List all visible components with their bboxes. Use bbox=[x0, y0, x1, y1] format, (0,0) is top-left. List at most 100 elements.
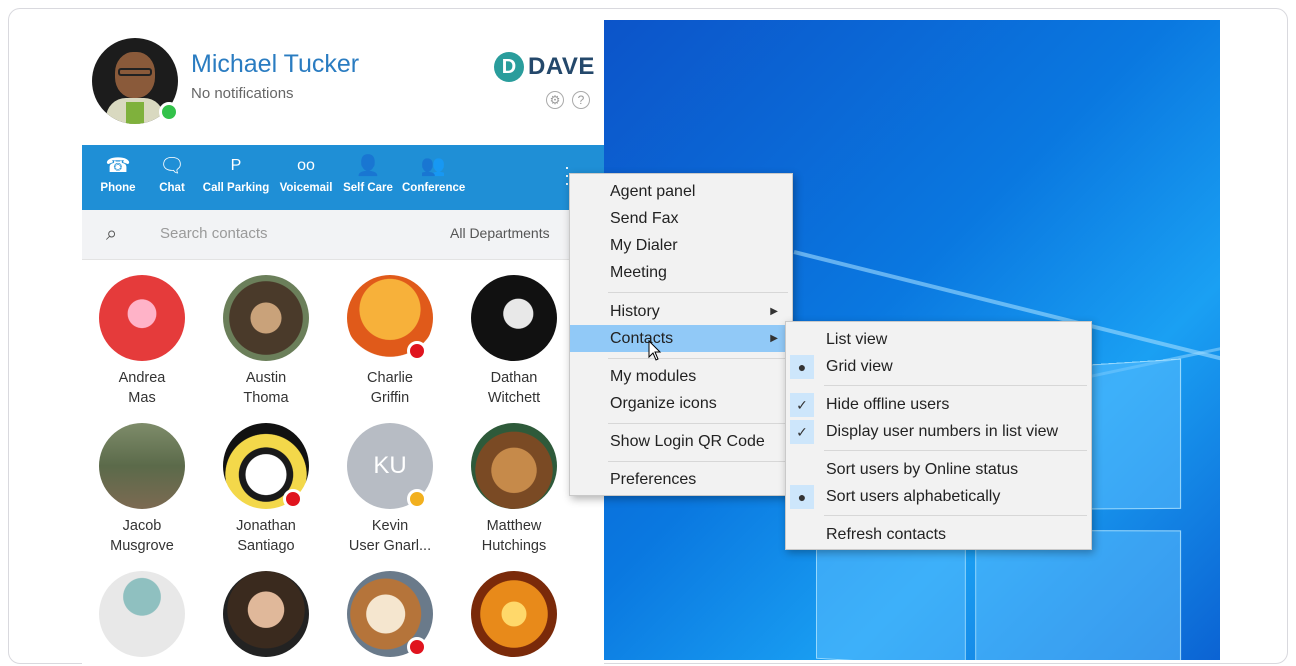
contact-avatar bbox=[99, 275, 185, 361]
contact-first-name: Austin bbox=[245, 370, 287, 386]
contact-avatar bbox=[223, 275, 309, 361]
contact-first-name: Charlie bbox=[367, 370, 413, 386]
menu-item-send-fax[interactable]: Send Fax bbox=[570, 205, 792, 232]
contact-last-name: Hutchings bbox=[481, 538, 547, 554]
contact-last-name: Thoma bbox=[243, 390, 289, 406]
radio-selected-icon: ● bbox=[790, 355, 814, 379]
submenu-item-refresh-contacts[interactable]: Refresh contacts bbox=[786, 521, 1091, 548]
contact-card[interactable]: Matthew Hutchings bbox=[464, 423, 564, 556]
contact-last-name: Griffin bbox=[370, 390, 410, 406]
contact-card[interactable] bbox=[340, 571, 440, 657]
parking-icon: P bbox=[230, 157, 242, 174]
contact-card[interactable]: Jonathan Santiago bbox=[216, 423, 316, 556]
user-name: Michael Tucker bbox=[191, 50, 360, 78]
radio-selected-icon: ● bbox=[790, 485, 814, 509]
submenu-item-label: Grid view bbox=[826, 358, 893, 375]
contact-first-name: Jacob bbox=[122, 518, 162, 534]
contact-card[interactable]: Dathan Witchett bbox=[464, 275, 564, 408]
contact-last-name: User Gnarl... bbox=[348, 538, 432, 554]
menu-separator bbox=[824, 450, 1087, 451]
menu-separator bbox=[824, 515, 1087, 516]
menu-separator bbox=[608, 358, 788, 359]
search-bar: ⌕ Search contacts All Departments bbox=[82, 210, 604, 260]
checkmark-icon: ✓ bbox=[790, 420, 814, 444]
contacts-submenu: List view ● Grid view ✓ Hide offline use… bbox=[785, 321, 1092, 550]
dave-app-window: Michael Tucker No notifications D DAVE ⚙… bbox=[82, 20, 604, 666]
mouse-cursor-icon bbox=[648, 340, 662, 361]
department-select[interactable]: All Departments bbox=[450, 225, 550, 241]
contact-first-name: Andrea bbox=[118, 370, 166, 386]
contact-card[interactable]: Jacob Musgrove bbox=[92, 423, 192, 556]
menu-item-my-modules[interactable]: My modules bbox=[570, 363, 792, 390]
menu-separator bbox=[824, 385, 1087, 386]
submenu-arrow-icon: ▶ bbox=[770, 306, 778, 317]
menu-item-organize-icons[interactable]: Organize icons bbox=[570, 390, 792, 417]
toolbar-call-parking[interactable]: P Call Parking bbox=[202, 153, 270, 194]
menu-item-show-login-qr-code[interactable]: Show Login QR Code bbox=[570, 428, 792, 455]
contact-card[interactable] bbox=[92, 571, 192, 657]
menu-item-history[interactable]: History ▶ bbox=[570, 298, 792, 325]
voicemail-icon: oo bbox=[297, 157, 315, 174]
toolbar-chat[interactable]: 🗨 Chat bbox=[152, 153, 192, 194]
busy-status-badge bbox=[407, 341, 427, 361]
conference-icon: 👥 bbox=[420, 155, 446, 177]
menu-item-my-dialer[interactable]: My Dialer bbox=[570, 232, 792, 259]
toolbar-self-care[interactable]: 👤 Self Care bbox=[342, 153, 394, 194]
contact-avatar bbox=[471, 423, 557, 509]
submenu-item-sort-by-online-status[interactable]: Sort users by Online status bbox=[786, 456, 1091, 483]
contact-last-name: Musgrove bbox=[110, 538, 174, 554]
toolbar-phone[interactable]: ☎ Phone bbox=[96, 153, 140, 194]
submenu-arrow-icon: ▶ bbox=[770, 333, 778, 344]
menu-item-agent-panel[interactable]: Agent panel bbox=[570, 178, 792, 205]
submenu-item-hide-offline-users[interactable]: ✓ Hide offline users bbox=[786, 391, 1091, 418]
submenu-item-display-user-numbers[interactable]: ✓ Display user numbers in list view bbox=[786, 418, 1091, 445]
contact-card[interactable] bbox=[216, 571, 316, 657]
menu-item-preferences[interactable]: Preferences bbox=[570, 466, 792, 493]
contact-avatar bbox=[223, 571, 309, 657]
help-icon[interactable]: ? bbox=[572, 91, 590, 109]
contact-last-name: Witchett bbox=[487, 390, 541, 406]
contact-card[interactable]: Andrea Mas bbox=[92, 275, 192, 408]
more-menu: Agent panel Send Fax My Dialer Meeting H… bbox=[569, 173, 793, 496]
checkmark-icon: ✓ bbox=[790, 393, 814, 417]
toolbar-conference[interactable]: 👥 Conference bbox=[402, 153, 465, 194]
contact-avatar bbox=[471, 571, 557, 657]
on-call-status-badge bbox=[283, 489, 303, 509]
gear-icon[interactable]: ⚙ bbox=[546, 91, 564, 109]
contact-initials: KU bbox=[373, 452, 407, 479]
menu-separator bbox=[608, 423, 788, 424]
menu-separator bbox=[608, 461, 788, 462]
menu-item-contacts[interactable]: Contacts ▶ bbox=[570, 325, 792, 352]
contact-first-name: Jonathan bbox=[236, 518, 296, 534]
contact-first-name: Dathan bbox=[490, 370, 538, 386]
profile-header: Michael Tucker No notifications D DAVE ⚙… bbox=[82, 20, 604, 145]
menu-item-meeting[interactable]: Meeting bbox=[570, 259, 792, 286]
search-input[interactable]: Search contacts bbox=[160, 225, 268, 242]
contact-first-name: Kevin bbox=[371, 518, 409, 534]
submenu-item-label: Display user numbers in list view bbox=[826, 423, 1059, 440]
contact-last-name: Mas bbox=[128, 390, 156, 406]
dave-logo: D DAVE bbox=[494, 52, 595, 82]
contact-card[interactable]: Charlie Griffin bbox=[340, 275, 440, 408]
menu-item-label: Contacts bbox=[610, 330, 674, 347]
contact-avatar bbox=[99, 423, 185, 509]
contact-card[interactable]: KU Kevin User Gnarl... bbox=[340, 423, 440, 556]
submenu-item-list-view[interactable]: List view bbox=[786, 326, 1091, 353]
main-toolbar: ☎ Phone 🗨 Chat P Call Parking oo Voicema… bbox=[82, 145, 604, 210]
contact-last-name: Santiago bbox=[237, 538, 295, 554]
contact-avatar bbox=[99, 571, 185, 657]
self-care-icon: 👤 bbox=[355, 155, 381, 177]
submenu-item-sort-alphabetically[interactable]: ● Sort users alphabetically bbox=[786, 483, 1091, 510]
submenu-item-grid-view[interactable]: ● Grid view bbox=[786, 353, 1091, 380]
menu-item-label: History bbox=[610, 303, 660, 320]
menu-separator bbox=[608, 292, 788, 293]
contact-card[interactable]: Austin Thoma bbox=[216, 275, 316, 408]
contacts-grid: Andrea Mas Austin Thoma Charlie Griffin Dat… bbox=[82, 260, 604, 666]
chat-icon: 🗨 bbox=[159, 155, 185, 177]
toolbar-voicemail[interactable]: oo Voicemail bbox=[279, 153, 333, 194]
phone-icon: ☎ bbox=[105, 155, 131, 177]
submenu-item-label: Hide offline users bbox=[826, 396, 950, 413]
on-call-status-badge bbox=[407, 637, 427, 657]
contact-card[interactable] bbox=[464, 571, 564, 657]
search-icon: ⌕ bbox=[106, 223, 118, 245]
